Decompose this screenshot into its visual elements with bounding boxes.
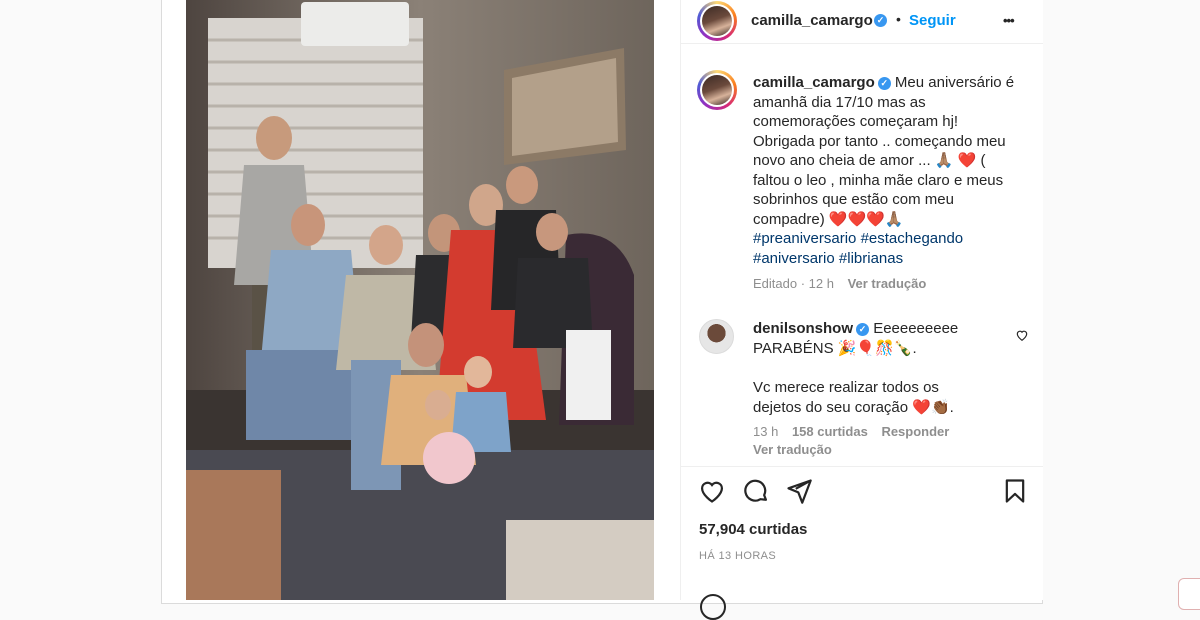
- comment: denilsonshow ✓ Eeeeeeeeee PARABÉNS 🎉🎈🎊🍾. …: [753, 319, 988, 459]
- caption-text: Meu aniversário é amanhã dia 17/10 mas a…: [753, 74, 1015, 228]
- post-caption: camilla_camargo ✓ Meu aniversário é amanh…: [753, 73, 1023, 294]
- hashtag-link[interactable]: #preaniversario: [753, 230, 856, 247]
- hashtag-link[interactable]: #aniversario: [753, 250, 835, 267]
- more-icon[interactable]: •••: [1003, 13, 1015, 28]
- verified-badge-icon: ✓: [856, 322, 870, 336]
- comment-likes[interactable]: 158 curtidas: [792, 424, 868, 439]
- translate-link[interactable]: Ver tradução: [848, 276, 927, 291]
- heart-icon[interactable]: [698, 477, 726, 505]
- post-header: camilla_camargo ✓ • Seguir •••: [681, 0, 1043, 44]
- floating-widget-icon[interactable]: [1178, 578, 1200, 610]
- caption-username[interactable]: camilla_camargo: [753, 74, 875, 91]
- comment-heart-icon[interactable]: [1015, 328, 1029, 342]
- likes-count[interactable]: 57,904 curtidas: [699, 521, 807, 538]
- comment-text-line2: Vc merece realizar todos os dejetos do s…: [753, 379, 954, 416]
- comment-username[interactable]: denilsonshow: [753, 320, 853, 337]
- commenter-avatar[interactable]: [699, 319, 734, 354]
- follow-button[interactable]: Seguir: [909, 12, 956, 29]
- hashtag-link[interactable]: #librianas: [839, 250, 903, 267]
- edited-label: Editado · 12 h: [753, 276, 834, 291]
- separator-dot: •: [896, 11, 901, 27]
- post-side-panel: camilla_camargo ✓ • Seguir ••• camilla_c…: [680, 0, 1043, 600]
- hashtag-link[interactable]: #estachegando: [861, 230, 964, 247]
- post-time: HÁ 13 HORAS: [699, 550, 777, 562]
- author-username[interactable]: camilla_camargo: [751, 12, 873, 29]
- author-avatar[interactable]: [697, 1, 737, 41]
- emoji-icon[interactable]: [700, 594, 726, 620]
- comment-translate-link[interactable]: Ver tradução: [753, 442, 832, 457]
- action-bar: 57,904 curtidas HÁ 13 HORAS: [681, 466, 1043, 602]
- comment-icon[interactable]: [742, 477, 770, 505]
- share-icon[interactable]: [785, 477, 813, 505]
- verified-badge-icon: ✓: [874, 14, 887, 27]
- group-photo-image: [186, 0, 654, 600]
- reply-button[interactable]: Responder: [881, 424, 949, 439]
- caption-avatar[interactable]: [697, 70, 737, 110]
- post-photo[interactable]: [186, 0, 654, 600]
- comment-time: 13 h: [753, 424, 779, 439]
- bookmark-icon[interactable]: [1001, 477, 1029, 505]
- verified-badge-icon: ✓: [877, 76, 891, 90]
